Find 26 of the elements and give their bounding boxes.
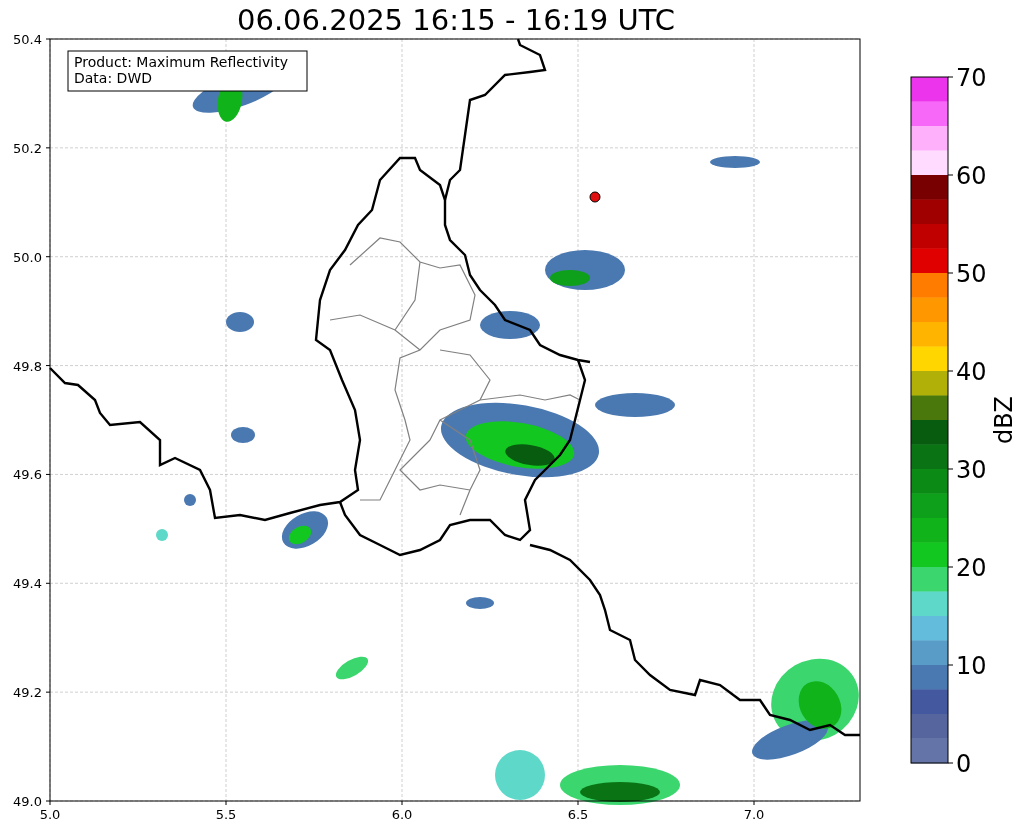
legend-text: Product: Maximum Reflectivity xyxy=(74,54,288,70)
colorbar-tick-label: 30 xyxy=(956,456,987,484)
x-tick-label: 5.0 xyxy=(39,807,61,822)
colorbar-tick-label: 20 xyxy=(956,554,987,582)
colorbar-tick-label: 40 xyxy=(956,358,987,386)
y-tick-label: 49.6 xyxy=(13,467,42,483)
y-tick-label: 49.8 xyxy=(13,358,42,374)
y-tick-label: 50.0 xyxy=(13,249,42,265)
colorbar-tick-label: 70 xyxy=(956,64,987,92)
y-tick-label: 49.4 xyxy=(13,576,42,592)
colorbar-tick-label: 50 xyxy=(956,260,987,288)
y-tick-label: 50.2 xyxy=(13,140,42,156)
x-tick-label: 6.0 xyxy=(391,807,413,822)
colorbar-label: dBZ xyxy=(990,395,1018,445)
x-tick-label: 7.0 xyxy=(743,807,765,822)
y-tick-label: 50.4 xyxy=(13,32,42,47)
x-tick-label: 5.5 xyxy=(215,807,237,822)
colorbar-tick-label: 0 xyxy=(956,750,972,778)
x-tick-label: 6.5 xyxy=(567,807,589,822)
legend-text: Data: DWD xyxy=(74,70,152,86)
colorbar-tick-label: 60 xyxy=(956,162,987,190)
location-marker xyxy=(589,191,601,203)
y-tick-label: 49.0 xyxy=(13,794,42,809)
chart-title: 06.06.2025 16:15 - 16:19 UTC xyxy=(237,3,675,37)
y-tick-label: 49.2 xyxy=(13,685,42,701)
colorbar-tick-label: 10 xyxy=(956,652,987,680)
